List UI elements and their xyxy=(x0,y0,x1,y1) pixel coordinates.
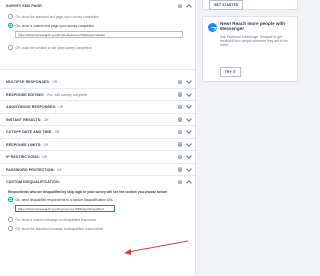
settings-row-header[interactable]: RESPONSE LIMITS: Off? xyxy=(0,139,195,151)
settings-row[interactable]: CUTOFF DATE AND TIME: Off? xyxy=(0,126,195,139)
setting-title: ANONYMOUS RESPONSES: xyxy=(6,105,57,109)
chevron-down-icon[interactable] xyxy=(186,140,192,147)
radio-button[interactable] xyxy=(8,45,13,50)
setting-title: PASSWORD PROTECTION: xyxy=(6,167,55,172)
survey-end-page-section: SURVEY END PAGE: ? On, show the standard… xyxy=(0,0,195,70)
chevron-up-icon[interactable] xyxy=(186,180,192,186)
option-label: Off, close the window or tab upon survey… xyxy=(15,45,92,50)
end-page-custom-option[interactable]: On, show a custom end page upon survey c… xyxy=(0,21,195,30)
help-icon[interactable]: ? xyxy=(177,3,182,9)
help-icon[interactable]: ? xyxy=(177,167,182,172)
get-started-button[interactable]: GET STARTED xyxy=(209,0,244,10)
custom-disqualification-header[interactable]: CUSTOM DISQUALIFICATION: ? xyxy=(0,176,195,188)
end-page-url-input[interactable]: https://www.lopresearch.com/hostenitysur… xyxy=(15,31,183,38)
option-label: On, show the standard end page upon surv… xyxy=(15,14,100,19)
option-label: On, show a custom end page upon survey c… xyxy=(15,23,95,28)
chevron-down-icon[interactable] xyxy=(186,103,192,109)
setting-title: RESPONSE EDITING: xyxy=(6,92,45,97)
setting-value: Off xyxy=(58,105,64,109)
help-icon[interactable]: ? xyxy=(177,117,182,122)
chevron-down-icon[interactable] xyxy=(186,90,192,97)
setting-title: MULTIPLE RESPONSES: xyxy=(6,80,51,84)
chevron-down-icon[interactable] xyxy=(186,165,192,172)
try-it-button[interactable]: TRY IT xyxy=(220,67,242,77)
settings-row-header[interactable]: MULTIPLE RESPONSES: Off? xyxy=(0,76,195,88)
radio-button[interactable] xyxy=(8,14,13,19)
option-label: On, show a custom message on disqualifie… xyxy=(15,217,97,222)
setting-title: RESPONSE LIMITS: xyxy=(6,142,42,147)
option-label: Off, show the standard message to disqua… xyxy=(15,226,104,231)
end-page-standard-option[interactable]: On, show the standard end page upon surv… xyxy=(0,12,195,21)
settings-row[interactable]: IP RESTRICTIONS: Off? xyxy=(0,151,195,164)
radio-button-selected[interactable] xyxy=(8,23,13,28)
setting-value: Off xyxy=(54,130,60,134)
messenger-icon xyxy=(208,23,217,32)
disq-url-option[interactable]: On, send disqualified respondents to a c… xyxy=(0,195,195,204)
help-icon[interactable]: ? xyxy=(177,129,182,135)
settings-row-header[interactable]: ANONYMOUS RESPONSES: Off? xyxy=(0,101,195,113)
setting-value: Off xyxy=(43,142,49,147)
disq-message-option[interactable]: On, show a custom message on disqualifie… xyxy=(0,215,195,224)
settings-row[interactable]: RESPONSE EDITING: Yes, edit survey comple… xyxy=(0,89,195,101)
settings-row-header[interactable]: IP RESTRICTIONS: Off? xyxy=(0,151,195,163)
setting-title: CUTOFF DATE AND TIME: xyxy=(6,130,53,134)
end-page-off-option[interactable]: Off, close the window or tab upon survey… xyxy=(0,43,195,52)
chevron-down-icon[interactable] xyxy=(186,115,192,122)
setting-title: IP RESTRICTIONS: xyxy=(6,155,40,159)
section-title: SURVEY END PAGE: xyxy=(6,4,43,8)
settings-row-header[interactable]: INSTANT RESULTS: Off? xyxy=(0,114,195,126)
settings-row[interactable]: MULTIPLE RESPONSES: Off? xyxy=(0,76,195,89)
radio-button[interactable] xyxy=(8,217,13,222)
setting-value: Off xyxy=(56,167,62,172)
chevron-down-icon[interactable] xyxy=(186,153,192,159)
radio-button-selected[interactable] xyxy=(8,197,13,202)
setting-value: Off xyxy=(43,117,49,122)
chevron-up-icon[interactable] xyxy=(186,4,192,10)
settings-list: MULTIPLE RESPONSES: Off? RESPONSE EDITING:… xyxy=(0,76,195,176)
settings-row[interactable]: ANONYMOUS RESPONSES: Off? xyxy=(0,101,195,114)
chevron-down-icon[interactable] xyxy=(186,128,192,134)
settings-row-header[interactable]: CUTOFF DATE AND TIME: Off? xyxy=(0,126,195,138)
radio-button[interactable] xyxy=(8,226,13,231)
help-icon[interactable]: ? xyxy=(177,92,182,97)
setting-value: Yes, edit survey complete xyxy=(46,92,88,97)
setting-value: Off xyxy=(52,80,57,84)
help-icon[interactable]: ? xyxy=(177,154,182,160)
help-icon[interactable]: ? xyxy=(177,142,182,147)
get-started-card: GET STARTED xyxy=(202,0,298,10)
settings-row-header[interactable]: PASSWORD PROTECTION: Off? xyxy=(0,164,195,176)
setting-title: INSTANT RESULTS: xyxy=(6,117,42,122)
help-icon[interactable]: ? xyxy=(177,104,182,110)
disq-standard-option[interactable]: Off, show the standard message to disqua… xyxy=(0,224,195,233)
setting-value: Off xyxy=(41,155,47,159)
survey-end-page-header[interactable]: SURVEY END PAGE: ? xyxy=(0,0,195,12)
section-title: CUSTOM DISQUALIFICATION: xyxy=(6,180,60,184)
settings-row[interactable]: PASSWORD PROTECTION: Off? xyxy=(0,164,195,176)
messenger-card: New! Reach more people with Messenger Us… xyxy=(202,16,298,82)
settings-row[interactable]: INSTANT RESULTS: Off? xyxy=(0,114,195,126)
chevron-down-icon[interactable] xyxy=(186,78,192,84)
settings-row[interactable]: RESPONSE LIMITS: Off? xyxy=(0,139,195,151)
settings-row-header[interactable]: RESPONSE EDITING: Yes, edit survey comple… xyxy=(0,89,195,101)
messenger-title: New! Reach more people with Messenger xyxy=(220,21,286,32)
survey-options-panel: SURVEY END PAGE: ? On, show the standard… xyxy=(0,0,196,276)
right-sidebar: GET STARTED New! Reach more people with … xyxy=(202,0,300,276)
disqualification-description: Respondents who are disqualified by skip… xyxy=(8,190,168,194)
option-label: On, send disqualified respondents to a c… xyxy=(15,197,114,202)
disqualification-url-input[interactable]: https://www.lopresearch.com/tnymsurvey?2… xyxy=(15,205,115,212)
custom-disqualification-section: CUSTOM DISQUALIFICATION: ? Respondents w… xyxy=(0,176,195,256)
messenger-body: Use Facebook Messenger Template to get f… xyxy=(220,35,288,48)
help-icon[interactable]: ? xyxy=(177,179,182,185)
help-icon[interactable]: ? xyxy=(177,79,182,85)
